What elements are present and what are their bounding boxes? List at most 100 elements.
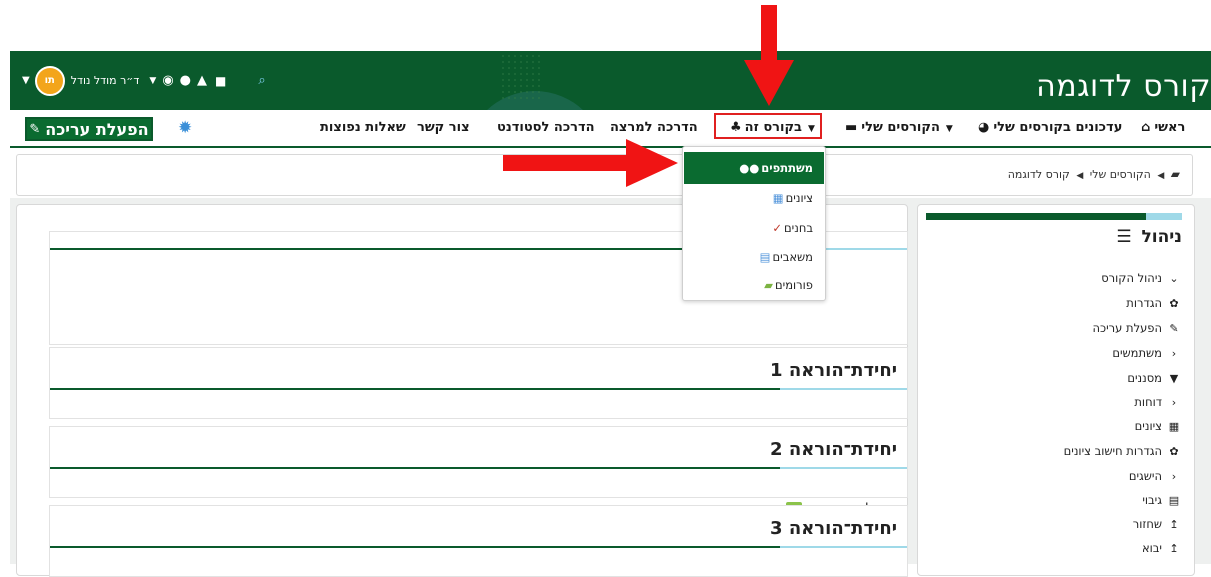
- table-icon: ▦: [772, 191, 784, 205]
- chevron-down-icon: ⌄: [1169, 272, 1179, 285]
- bell-icon[interactable]: ▲: [197, 73, 207, 88]
- briefcase-icon: ▬: [845, 120, 858, 135]
- admin-item-label: הגדרות חישוב ציונים: [1063, 444, 1162, 458]
- search-icon[interactable]: ⌕: [258, 73, 265, 88]
- admin-item-label: דוחות: [1134, 395, 1162, 409]
- home-icon: ⌂: [1141, 120, 1151, 135]
- edit-mode-button[interactable]: הפעלת עריכה ✎: [25, 117, 153, 141]
- dropdown-item-forums[interactable]: פורומים▰: [764, 278, 813, 292]
- chevron-left-icon: ‹: [1171, 470, 1177, 483]
- file-icon: ▤: [759, 250, 771, 264]
- breadcrumb: ▰ ◀ הקורסים שלי ◀ קורס לדוגמה: [1008, 167, 1180, 181]
- edit-mode-label: הפעלת עריכה: [45, 119, 149, 139]
- admin-item-filters[interactable]: ▼ מסננים: [1127, 371, 1180, 385]
- user-name[interactable]: ד״ר מודל נודל: [71, 74, 140, 87]
- user-menu-caret-icon[interactable]: ▼: [22, 75, 30, 86]
- globe-icon[interactable]: ◉: [162, 73, 173, 88]
- admin-item-import[interactable]: ↥ יבוא: [1142, 541, 1180, 555]
- sitemap-icon: ♣: [730, 120, 742, 135]
- dashboard-icon: ◕: [978, 120, 990, 135]
- nav-my-courses[interactable]: ▼ הקורסים שלי▬: [845, 120, 953, 135]
- unit-section: יחידת־הוראה 2: [49, 426, 908, 498]
- dropdown-item-label: בחנים: [784, 221, 813, 235]
- video-icon[interactable]: ■: [215, 74, 226, 88]
- nav-teacher-guide[interactable]: הדרכה למרצה: [610, 120, 698, 135]
- unit-title: יחידת־הוראה 3: [770, 518, 897, 539]
- quiz-icon: ✓: [772, 221, 783, 235]
- dropdown-item-resources[interactable]: משאבים▤: [760, 250, 813, 264]
- dropdown-item-participants[interactable]: משתתפים●●: [739, 161, 813, 175]
- upload-icon: ↥: [1169, 518, 1179, 531]
- nav-this-course[interactable]: ▼ בקורס זה♣: [730, 120, 815, 135]
- nav-student-guide[interactable]: הדרכה לסטודנט: [497, 120, 595, 135]
- admin-item-backup[interactable]: ▤ גיבוי: [1142, 493, 1180, 507]
- chevron-down-icon: ▼: [807, 124, 815, 134]
- section-divider: [50, 546, 780, 548]
- unit-title: יחידת־הוראה 1: [770, 360, 897, 381]
- dropdown-item-label: משאבים: [772, 250, 814, 264]
- nav-course-updates-label: עדכונים בקורסים שלי: [993, 120, 1123, 135]
- nav-my-courses-label: הקורסים שלי: [861, 120, 940, 135]
- nav-home-label: ראשי: [1154, 120, 1186, 135]
- breadcrumb-my-courses[interactable]: הקורסים שלי: [1090, 168, 1151, 181]
- section-divider: [50, 248, 780, 250]
- admin-title: ניהול ☰: [1116, 227, 1182, 247]
- lang-caret-icon[interactable]: ▼: [149, 76, 156, 86]
- pencil-icon: ✎: [1169, 322, 1179, 335]
- table-icon: ▦: [1168, 420, 1180, 433]
- menu-icon: ☰: [1116, 227, 1132, 247]
- admin-item-course-admin[interactable]: ⌄ ניהול הקורס: [1101, 271, 1180, 285]
- folder-icon: ▰: [1170, 167, 1180, 181]
- chevron-down-icon: ▼: [945, 124, 953, 134]
- dropdown-item-label: פורומים: [775, 278, 813, 292]
- file-icon: ▤: [1168, 494, 1180, 507]
- filter-icon: ▼: [1169, 372, 1179, 385]
- gear-icon[interactable]: ✹: [178, 118, 192, 138]
- chevron-left-icon: ◀: [1157, 171, 1165, 181]
- admin-item-reports[interactable]: ‹ דוחות: [1134, 395, 1180, 409]
- unit-section: יחידת־הוראה 3: [49, 505, 908, 577]
- section-divider: [50, 467, 780, 469]
- chevron-left-icon: ‹: [1171, 396, 1177, 409]
- admin-item-label: מסננים: [1127, 371, 1162, 385]
- section-divider-accent: [780, 546, 907, 548]
- admin-item-label: הגדרות: [1126, 296, 1162, 310]
- nav-this-course-label: בקורס זה: [744, 120, 802, 135]
- admin-item-badges[interactable]: ‹ הישגים: [1129, 469, 1180, 483]
- nav-home[interactable]: ראשי⌂: [1141, 120, 1185, 135]
- section-divider-accent: [780, 467, 907, 469]
- admin-item-users[interactable]: ‹ משתמשים: [1112, 346, 1180, 360]
- gear-icon: ✿: [1169, 445, 1179, 458]
- admin-item-edit-mode[interactable]: ✎ הפעלת עריכה: [1093, 321, 1181, 335]
- admin-block: ניהול ☰ ⌄ ניהול הקורס ✿ הגדרות ✎ הפעלת עריכ…: [917, 204, 1195, 576]
- chat-icon[interactable]: ●: [180, 73, 191, 88]
- nav-bar: הפעלת עריכה ✎ ✹ שאלות נפוצות צור קשר הדר…: [10, 110, 1211, 148]
- nav-course-updates[interactable]: עדכונים בקורסים שלי◕: [978, 120, 1122, 135]
- admin-item-settings[interactable]: ✿ הגדרות: [1126, 296, 1180, 310]
- forum-icon: ▰: [764, 278, 774, 292]
- nav-contact[interactable]: צור קשר: [417, 120, 470, 135]
- dropdown-item-label: משתתפים: [761, 161, 813, 175]
- unit-section: יחידת־הוראה 1: [49, 347, 908, 419]
- admin-item-label: ציונים: [1134, 419, 1162, 433]
- admin-title-label: ניהול: [1141, 227, 1182, 247]
- chevron-left-icon: ◀: [1076, 171, 1084, 181]
- dropdown-item-grades[interactable]: ציונים▦: [773, 191, 813, 205]
- admin-item-grades[interactable]: ▦ ציונים: [1135, 419, 1180, 433]
- chevron-left-icon: ‹: [1171, 347, 1177, 360]
- users-icon: ●●: [739, 161, 760, 175]
- admin-item-label: יבוא: [1141, 541, 1162, 555]
- avatar[interactable]: תו: [34, 65, 65, 96]
- breadcrumb-current[interactable]: קורס לדוגמה: [1008, 168, 1070, 181]
- edit-icon: ✎: [29, 121, 41, 137]
- dropdown-item-quizzes[interactable]: בחנים✓: [772, 221, 813, 235]
- user-area: ▼ תו ד״ר מודל נודל ▼ ◉ ● ▲ ■ ⌕: [10, 51, 266, 110]
- admin-item-restore[interactable]: ↥ שחזור: [1133, 517, 1180, 531]
- gear-icon: ✿: [1169, 297, 1179, 310]
- this-course-dropdown: משתתפים●● ציונים▦ בחנים✓ משאבים▤ פורומים…: [682, 146, 826, 301]
- header-pattern: [500, 51, 540, 101]
- admin-item-grade-settings[interactable]: ✿ הגדרות חישוב ציונים: [1064, 444, 1180, 458]
- nav-faq[interactable]: שאלות נפוצות: [320, 120, 406, 135]
- course-title: קורס לדוגמה: [1036, 69, 1211, 104]
- section-divider: [50, 388, 780, 390]
